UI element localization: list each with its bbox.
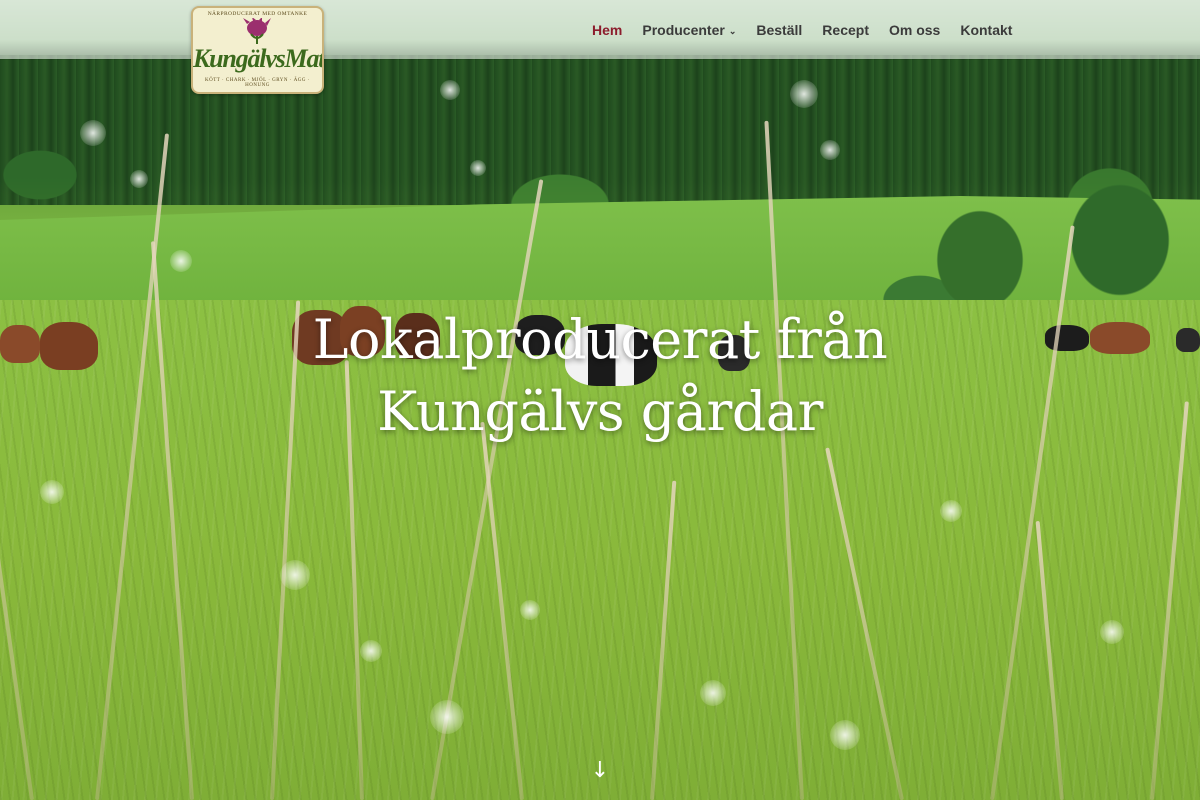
logo-title: KungälvsMat <box>193 44 324 73</box>
site-header: NÄRPRODUCERAT MED OMTANKE KungälvsMat KÖ… <box>0 0 1200 94</box>
nav-item-producenter[interactable]: Producenter ⌄ <box>642 22 736 38</box>
bokeh-light <box>820 140 840 160</box>
bokeh-light <box>470 160 486 176</box>
kungalvsmat-logo[interactable]: NÄRPRODUCERAT MED OMTANKE KungälvsMat KÖ… <box>191 6 324 94</box>
nav-item-producenter-label: Producenter <box>642 21 725 38</box>
arrow-down-icon[interactable]: ↓ <box>588 758 612 788</box>
bokeh-light <box>130 170 148 188</box>
bokeh-light <box>280 560 310 590</box>
nav-item-kontakt[interactable]: Kontakt <box>960 22 1012 38</box>
hero-headline-line2: Kungälvs gårdar <box>377 380 823 443</box>
main-navigation: Hem Producenter ⌄ Beställ Recept Om oss K… <box>592 0 1032 59</box>
bokeh-light <box>440 80 460 100</box>
bokeh-light <box>360 640 382 662</box>
bokeh-light <box>40 480 64 504</box>
bokeh-light <box>520 600 540 620</box>
chevron-down-icon: ⌄ <box>728 25 737 36</box>
hero-headline-line1: Lokalproducerat från <box>312 308 888 371</box>
bokeh-light <box>430 700 464 734</box>
hero-headline: Lokalproducerat från Kungälvs gårdar <box>0 304 1200 448</box>
logo-subtitle: KÖTT · CHARK · MJÖL · GRYN · ÄGG · HONUN… <box>205 78 310 88</box>
bokeh-light <box>830 720 860 750</box>
bokeh-light <box>700 680 726 706</box>
nav-item-hem[interactable]: Hem <box>592 22 622 38</box>
bokeh-light <box>1100 620 1124 644</box>
bokeh-light <box>170 250 192 272</box>
bokeh-light <box>790 80 818 108</box>
logo-tagline: NÄRPRODUCERAT MED OMTANKE <box>207 11 308 17</box>
bokeh-light <box>80 120 106 146</box>
bokeh-light <box>940 500 962 522</box>
nav-item-bestall[interactable]: Beställ <box>756 22 802 38</box>
thistle-flower-icon <box>243 18 271 44</box>
nav-item-recept[interactable]: Recept <box>822 22 869 38</box>
nav-item-om-oss[interactable]: Om oss <box>889 22 940 38</box>
